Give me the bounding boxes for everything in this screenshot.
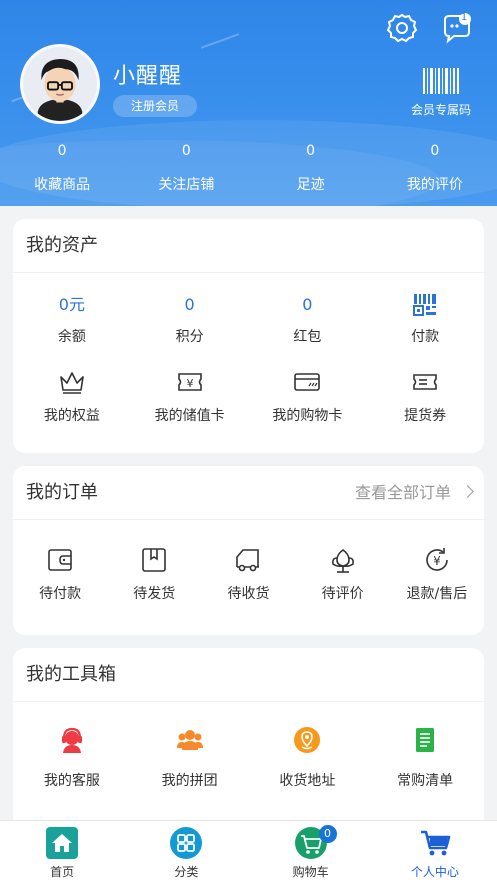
tool-label: 我的客服 [43,773,100,789]
order-pending-shipment[interactable]: 待发货 [107,546,201,603]
tab-label: 购物车 [292,865,329,879]
asset-label: 我的储值卡 [154,408,225,424]
stat-footprint[interactable]: 0 足迹 [249,140,373,194]
assets-card: 我的资产 0元 余额 0 积分 0 红包 付款 我的权益 ¥ 我的储值卡 我的购… [13,219,484,453]
stat-reviews[interactable]: 0 我的评价 [373,140,497,194]
qr-pay-icon [413,294,437,316]
asset-red-packet[interactable]: 0 红包 [249,293,367,346]
stat-label: 收藏商品 [34,177,91,193]
stat-label: 足迹 [296,177,325,193]
shopping-card-icon [294,373,321,391]
refund-icon: ¥ [426,548,448,571]
member-code-label[interactable]: 会员专属码 [404,101,478,118]
stat-value: 0 [430,143,440,159]
orders-card: 我的订单 查看全部订单 待付款 待发货 待收货 待评价 ¥ 退款/售后 [13,466,484,635]
stat-value: 0 [181,143,191,159]
order-label: 待发货 [133,586,176,602]
view-all-orders-label: 查看全部订单 [354,483,451,502]
order-label: 待评价 [321,586,364,602]
asset-label: 付款 [411,329,440,345]
order-refund-aftersales[interactable]: ¥ 退款/售后 [390,546,484,603]
truck-icon [236,549,260,572]
wallet-icon [48,549,72,571]
stats-row: 0 收藏商品 0 关注店铺 0 足迹 0 我的评价 [0,140,497,194]
tool-group-buy[interactable]: 我的拼团 [131,726,249,790]
asset-balance[interactable]: 0元 余额 [13,293,131,346]
cart-count-badge: 0 [318,825,337,843]
stat-followed-shops[interactable]: 0 关注店铺 [124,140,248,194]
toolbox-card: 我的工具箱 我的客服 我的拼团 收货地址 常购清单 [13,648,484,828]
tool-customer-service[interactable]: 我的客服 [13,726,131,790]
asset-pickup-coupon[interactable]: 提货券 [366,368,484,425]
category-icon [170,827,203,859]
asset-value: 0 [184,295,195,314]
home-icon [46,827,79,859]
stat-value: 0 [57,143,67,159]
stat-favorites[interactable]: 0 收藏商品 [0,140,124,194]
orders-title-label: 我的订单 [26,482,98,503]
asset-value: 0元 [58,295,85,314]
tool-shipping-address[interactable]: 收货地址 [249,726,367,790]
asset-label: 余额 [57,329,86,345]
asset-pay[interactable]: 付款 [366,293,484,346]
asset-benefits[interactable]: 我的权益 [13,368,131,425]
member-level-badge[interactable]: 注册会员 [113,95,197,117]
avatar[interactable] [20,44,100,124]
asset-label: 我的购物卡 [272,408,343,424]
asset-label: 红包 [293,329,322,345]
asset-label: 我的权益 [43,408,100,424]
order-label: 退款/售后 [406,586,468,602]
tool-label: 常购清单 [397,773,454,789]
profile-cart-icon [420,830,451,856]
tab-home[interactable]: 首页 [0,821,124,883]
location-icon [294,727,321,753]
svg-text:¥: ¥ [186,377,193,390]
asset-label: 提货券 [404,408,447,424]
customer-service-icon [61,727,82,753]
tool-frequent-list[interactable]: 常购清单 [366,726,484,790]
header-streak [200,33,240,49]
order-pending-review[interactable]: 待评价 [296,546,390,603]
orders-title: 我的订单 查看全部订单 [13,466,484,520]
package-icon [142,548,167,572]
bottom-tab-bar: 首页 分类 0 购物车 个人中心 [0,820,497,883]
asset-value: 0 [302,295,313,314]
flower-icon [331,549,354,573]
stat-label: 关注店铺 [158,177,215,193]
avatar-character-icon [23,47,97,121]
group-buy-icon [176,730,203,750]
stat-value: 0 [306,143,316,159]
coupon-icon [413,374,437,390]
svg-text:¥: ¥ [433,554,441,568]
order-pending-payment[interactable]: 待付款 [13,546,107,603]
profile-header: 1 小醒醒 注册会员 会员专属码 0 收藏商品 0 关注店铺 0 足迹 0 我的… [0,0,497,206]
assets-title: 我的资产 [13,219,484,273]
order-label: 待收货 [227,586,270,602]
view-all-orders-link[interactable]: 查看全部订单 [354,466,474,520]
stat-label: 我的评价 [406,177,463,193]
tab-label: 首页 [50,865,75,879]
tab-profile[interactable]: 个人中心 [373,821,497,883]
toolbox-title: 我的工具箱 [13,648,484,702]
tool-label: 我的拼团 [161,773,218,789]
yen-card-icon: ¥ [177,373,202,391]
username: 小醒醒 [113,64,183,89]
settings-gear-icon[interactable] [385,11,419,45]
tab-label: 个人中心 [410,865,459,879]
asset-points[interactable]: 0 积分 [131,293,249,346]
list-icon [416,728,435,752]
order-label: 待付款 [39,586,82,602]
tab-category[interactable]: 分类 [124,821,248,883]
tool-label: 收货地址 [279,773,336,789]
asset-shopping-card[interactable]: 我的购物卡 [249,368,367,425]
asset-label: 积分 [175,329,204,345]
asset-stored-value-card[interactable]: ¥ 我的储值卡 [131,368,249,425]
chevron-right-icon [461,485,474,498]
tab-cart[interactable]: 0 购物车 [249,821,373,883]
order-pending-receipt[interactable]: 待收货 [201,546,295,603]
barcode-icon[interactable] [423,68,459,94]
message-badge: 1 [460,12,468,23]
tab-label: 分类 [174,865,199,879]
crown-icon [60,372,84,394]
